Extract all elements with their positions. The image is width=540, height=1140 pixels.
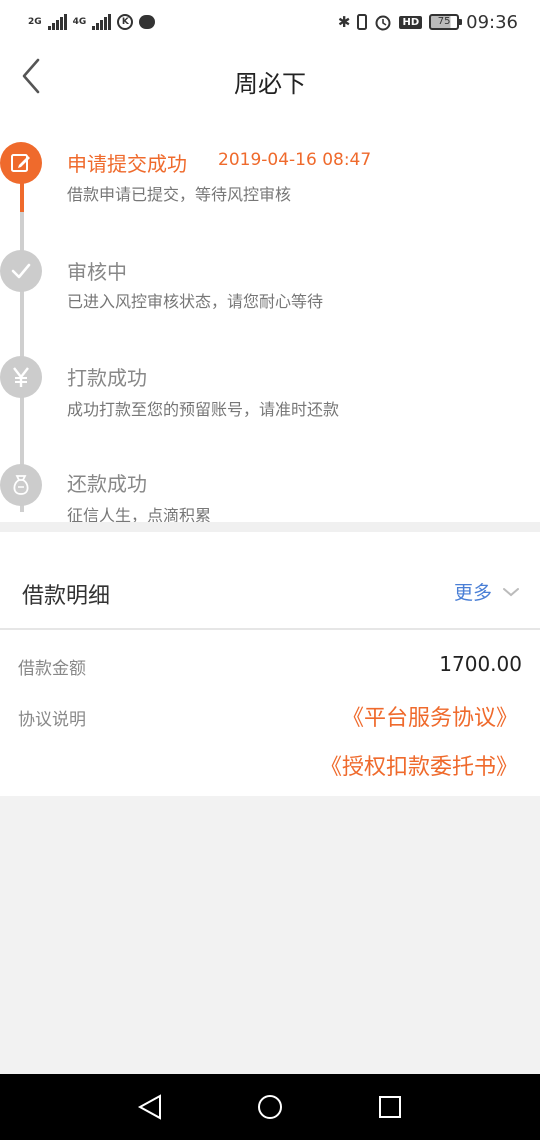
vibrate-icon xyxy=(357,14,368,30)
signal-icon xyxy=(47,14,67,30)
nav-home-button[interactable] xyxy=(255,1092,285,1122)
status-left: 2G 4G K xyxy=(28,12,156,32)
step-1-title: 申请提交成功 xyxy=(67,152,187,176)
chevron-down-icon xyxy=(503,587,519,596)
step-4-title: 还款成功 xyxy=(67,472,147,496)
step-1-marker xyxy=(0,142,42,184)
yuan-icon xyxy=(13,367,29,387)
nav-recents-button[interactable] xyxy=(375,1092,405,1122)
step-2-title: 审核中 xyxy=(67,260,127,284)
step-2-marker xyxy=(0,250,42,292)
amount-value: 1700.00 xyxy=(439,652,522,676)
alarm-icon xyxy=(375,15,391,31)
battery-icon: 75 xyxy=(429,14,463,30)
page-title: 周必下 xyxy=(234,70,306,98)
loan-details-section: 借款明细 更多 借款金额 1700.00 协议说明 《平台服务协议》 《授权扣款… xyxy=(0,532,540,796)
check-icon xyxy=(11,263,31,279)
network-type-2: 4G xyxy=(72,16,87,27)
hd-icon: HD xyxy=(399,15,423,29)
square-recents-icon xyxy=(379,1096,401,1118)
step-4-marker xyxy=(0,464,42,506)
k-icon: K xyxy=(117,14,134,30)
step-3-desc: 成功打款至您的预留账号，请准时还款 xyxy=(67,400,340,419)
section-gap xyxy=(0,522,540,532)
edit-icon xyxy=(11,154,30,172)
network-type-1: 2G xyxy=(28,16,42,27)
nav-bar: 周必下 xyxy=(0,44,540,118)
debit-authorization-link[interactable]: 《授权扣款委托书》 xyxy=(320,749,518,781)
status-time: 09:36 xyxy=(466,11,518,33)
system-nav-bar xyxy=(0,1074,540,1140)
details-title: 借款明细 xyxy=(22,584,111,609)
agreement-label: 协议说明 xyxy=(18,710,86,730)
divider xyxy=(0,628,540,630)
step-2-desc: 已进入风控审核状态，请您耐心等待 xyxy=(67,292,324,311)
progress-timeline: 申请提交成功 2019-04-16 08:47 借款申请已提交，等待风控审核 审… xyxy=(0,118,540,525)
more-label: 更多 xyxy=(453,582,492,604)
step-1-desc: 借款申请已提交，等待风控审核 xyxy=(67,185,292,204)
step-1-time: 2019-04-16 08:47 xyxy=(218,150,372,170)
timeline-line-active xyxy=(20,180,24,212)
step-3-title: 打款成功 xyxy=(67,366,147,390)
circle-home-icon xyxy=(258,1095,282,1119)
step-3-marker xyxy=(0,356,42,398)
money-bag-icon xyxy=(13,475,29,495)
bluetooth-icon: ✱ xyxy=(337,13,351,31)
nav-back-button[interactable] xyxy=(136,1092,166,1122)
status-bar: 2G 4G K ✱ HD 75 09:36 xyxy=(0,0,540,44)
signal-icon-2 xyxy=(92,14,112,30)
more-button[interactable]: 更多 xyxy=(454,578,520,605)
status-right: ✱ HD 75 09:36 xyxy=(338,10,518,34)
amount-label: 借款金额 xyxy=(18,659,86,679)
triangle-back-icon xyxy=(137,1094,161,1120)
platform-service-agreement-link[interactable]: 《平台服务协议》 xyxy=(342,700,518,732)
message-icon xyxy=(139,15,156,29)
